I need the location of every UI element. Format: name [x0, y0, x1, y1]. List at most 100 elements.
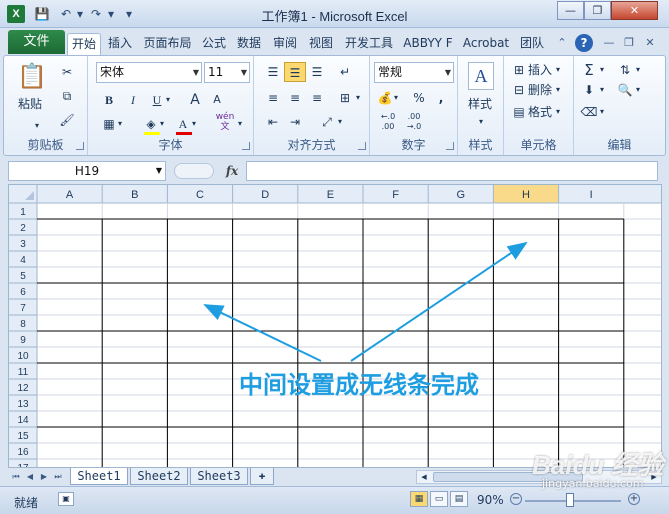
macro-record-icon[interactable]: ▣: [58, 492, 74, 506]
delete-cells-button[interactable]: 删除: [528, 80, 552, 100]
decrease-indent-icon[interactable]: ⇤: [262, 112, 284, 132]
insert-cells-button[interactable]: 插入: [528, 60, 552, 80]
insert-cells-icon[interactable]: ⊞: [508, 60, 530, 80]
scroll-left-icon[interactable]: ◀: [419, 472, 429, 482]
phonetic-dropdown-icon[interactable]: ▾: [234, 114, 246, 134]
formula-input[interactable]: [246, 161, 658, 181]
workbook-restore-button[interactable]: ❐: [620, 34, 638, 52]
tab-developer[interactable]: 开发工具: [341, 33, 397, 55]
align-center-icon[interactable]: ≡: [284, 88, 306, 108]
tab-formulas[interactable]: 公式: [198, 33, 230, 55]
insert-sheet-icon[interactable]: ✚: [250, 468, 274, 485]
tab-team[interactable]: 团队: [516, 33, 548, 55]
sheet-tab-sheet2[interactable]: Sheet2: [130, 468, 188, 485]
grow-font-button[interactable]: A: [184, 90, 206, 110]
sort-dropdown-icon[interactable]: ▾: [632, 60, 644, 80]
accounting-dropdown-icon[interactable]: ▾: [390, 88, 402, 108]
close-button[interactable]: ✕: [611, 1, 658, 20]
copy-icon[interactable]: ⧉: [56, 86, 78, 106]
row-header-4: 4: [20, 255, 26, 266]
restore-button[interactable]: ❐: [584, 1, 611, 20]
align-top-icon[interactable]: ☰: [262, 62, 284, 82]
merge-dropdown-icon[interactable]: ▾: [352, 88, 364, 108]
tab-home[interactable]: 开始: [67, 33, 101, 55]
wrap-text-icon[interactable]: ↵: [334, 62, 356, 82]
normal-view-icon[interactable]: ▦: [410, 491, 428, 507]
phonetic-guide-button[interactable]: wén 文: [214, 112, 236, 132]
decrease-decimal-button[interactable]: .00 →.0: [402, 112, 426, 132]
paste-button[interactable]: 粘贴: [18, 94, 42, 114]
delete-dropdown-icon[interactable]: ▾: [552, 80, 564, 100]
sheet-tab-sheet3[interactable]: Sheet3: [190, 468, 248, 485]
increase-indent-icon[interactable]: ⇥: [284, 112, 306, 132]
align-bottom-icon[interactable]: ☰: [306, 62, 328, 82]
zoom-out-icon[interactable]: −: [510, 493, 522, 505]
comma-style-button[interactable]: ,: [430, 88, 452, 108]
tab-acrobat[interactable]: Acrobat: [458, 33, 514, 55]
help-icon[interactable]: ?: [575, 34, 593, 52]
prev-sheet-icon[interactable]: ◀: [24, 470, 36, 484]
tab-data[interactable]: 数据: [233, 33, 265, 55]
find-dropdown-icon[interactable]: ▾: [632, 80, 644, 100]
spreadsheet-grid[interactable]: A B C D E F G H I 1 2 3 4 5 6 7 8 9 10 11 12 13 14 15 16 17 中间设置成无…: [8, 184, 662, 468]
insert-function-button[interactable]: fx: [222, 162, 242, 180]
page-break-view-icon[interactable]: ▤: [450, 491, 468, 507]
fill-dropdown-icon[interactable]: ▾: [596, 80, 608, 100]
font-size-select[interactable]: 11 ▼: [204, 62, 250, 83]
zoom-level[interactable]: 90%: [477, 493, 504, 507]
minimize-button[interactable]: —: [557, 1, 584, 20]
last-sheet-icon[interactable]: ⏭: [52, 470, 64, 484]
fill-color-dropdown-icon[interactable]: ▾: [156, 114, 168, 134]
increase-decimal-button[interactable]: ←.0 .00: [376, 112, 400, 132]
percent-button[interactable]: %: [408, 88, 430, 108]
shrink-font-button[interactable]: A: [206, 90, 228, 110]
bold-button[interactable]: B: [98, 90, 120, 110]
sheet-tab-sheet1[interactable]: Sheet1: [70, 468, 128, 485]
page-layout-view-icon[interactable]: ▭: [430, 491, 448, 507]
borders-dropdown-icon[interactable]: ▾: [114, 114, 126, 134]
paste-icon[interactable]: 📋: [14, 60, 50, 92]
styles-gallery-icon[interactable]: A: [468, 62, 494, 90]
align-right-icon[interactable]: ≡: [306, 88, 328, 108]
format-cells-button[interactable]: 格式: [528, 102, 552, 122]
workbook-minimize-button[interactable]: —: [600, 34, 618, 52]
name-box[interactable]: H19 ▼: [8, 161, 166, 181]
font-name-select[interactable]: 宋体 ▼: [96, 62, 202, 83]
tab-view[interactable]: 视图: [305, 33, 337, 55]
clipboard-launcher-icon[interactable]: [76, 142, 84, 150]
tab-abbyy[interactable]: ABBYY F: [400, 33, 456, 55]
minimize-ribbon-icon[interactable]: ⌃: [553, 34, 571, 52]
tab-file[interactable]: 文件: [8, 30, 65, 54]
formula-bar-resize-handle[interactable]: [174, 163, 214, 179]
styles-dropdown-icon[interactable]: ▾: [470, 112, 492, 132]
font-launcher-icon[interactable]: [242, 142, 250, 150]
insert-dropdown-icon[interactable]: ▾: [552, 60, 564, 80]
paste-dropdown-icon[interactable]: ▾: [26, 116, 48, 136]
chevron-down-icon: ▼: [240, 68, 247, 77]
first-sheet-icon[interactable]: ⏮: [10, 470, 22, 484]
styles-button[interactable]: 样式: [468, 94, 492, 114]
format-cells-icon[interactable]: ▤: [508, 102, 530, 122]
alignment-launcher-icon[interactable]: [358, 142, 366, 150]
row-header-3: 3: [20, 239, 26, 250]
autosum-dropdown-icon[interactable]: ▾: [596, 60, 608, 80]
cut-icon[interactable]: ✂: [56, 62, 78, 82]
format-painter-icon[interactable]: 🖌: [56, 110, 78, 130]
tab-review[interactable]: 审阅: [269, 33, 301, 55]
next-sheet-icon[interactable]: ▶: [38, 470, 50, 484]
zoom-slider-thumb[interactable]: [566, 493, 574, 507]
format-dropdown-icon[interactable]: ▾: [552, 102, 564, 122]
orientation-dropdown-icon[interactable]: ▾: [334, 112, 346, 132]
clear-dropdown-icon[interactable]: ▾: [596, 102, 608, 122]
align-left-icon[interactable]: ≡: [262, 88, 284, 108]
number-format-select[interactable]: 常规 ▼: [374, 62, 454, 83]
tab-insert[interactable]: 插入: [104, 33, 136, 55]
tab-page-layout[interactable]: 页面布局: [140, 33, 195, 55]
number-launcher-icon[interactable]: [446, 142, 454, 150]
delete-cells-icon[interactable]: ⊟: [508, 80, 530, 100]
workbook-close-button[interactable]: ✕: [641, 34, 659, 52]
underline-dropdown-icon[interactable]: ▾: [162, 90, 174, 110]
italic-button[interactable]: I: [122, 90, 144, 110]
align-middle-icon[interactable]: ☰: [284, 62, 306, 82]
font-color-dropdown-icon[interactable]: ▾: [188, 114, 200, 134]
